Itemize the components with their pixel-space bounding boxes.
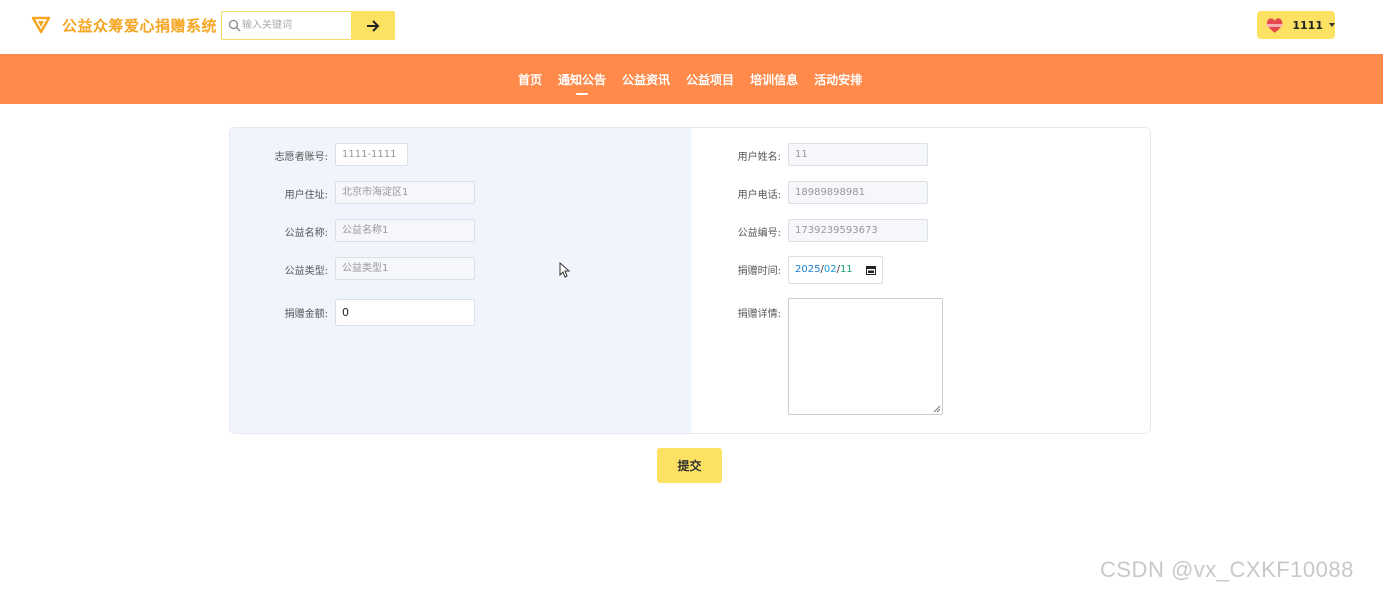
user-address-label: 用户住址:: [284, 190, 328, 201]
user-name: 1111: [1292, 18, 1323, 32]
user-phone-label: 用户电话:: [737, 190, 781, 201]
date-month: 02: [823, 264, 837, 275]
nav-item-home[interactable]: 首页: [518, 71, 542, 88]
app-title: 公益众筹爱心捐赠系统: [62, 17, 218, 35]
charity-type-label: 公益类型:: [284, 266, 328, 277]
form-right-column: 用户姓名: 11 用户电话: 18989898981 公益编号: 1739239…: [691, 128, 1150, 433]
volunteer-account-field[interactable]: 1111-1111: [335, 143, 408, 166]
chevron-down-icon: [1329, 23, 1335, 27]
donation-details-label: 捐赠详情:: [737, 309, 781, 320]
nav-item-news[interactable]: 公益资讯: [622, 71, 670, 88]
main-nav: 首页 通知公告 公益资讯 公益项目 培训信息 活动安排: [0, 54, 1383, 104]
volunteer-account-label: 志愿者账号:: [274, 152, 328, 163]
user-name-label: 用户姓名:: [737, 152, 781, 163]
nav-item-training[interactable]: 培训信息: [750, 71, 798, 88]
submit-button[interactable]: 提交: [657, 448, 722, 483]
charity-name-label: 公益名称:: [284, 228, 328, 239]
charity-code-field[interactable]: 1739239593673: [788, 219, 928, 242]
nav-list: 首页 通知公告 公益资讯 公益项目 培训信息 活动安排: [510, 54, 870, 104]
donation-amount-label: 捐赠金额:: [284, 309, 328, 320]
charity-type-field[interactable]: 公益类型1: [335, 257, 475, 280]
donation-time-picker[interactable]: 2025/02/11: [788, 256, 883, 284]
calendar-icon[interactable]: [866, 265, 876, 275]
charity-name-field[interactable]: 公益名称1: [335, 219, 475, 242]
donation-time-label: 捐赠时间:: [737, 266, 781, 277]
top-bar: 公益众筹爱心捐赠系统 1111: [0, 0, 1383, 54]
user-address-field[interactable]: 北京市海淀区1: [335, 181, 475, 204]
date-day: 11: [839, 264, 853, 275]
watermark: CSDN @vx_CXKF10088: [1100, 557, 1354, 582]
donation-amount-input[interactable]: 0: [335, 299, 475, 326]
nav-item-notices[interactable]: 通知公告: [558, 71, 606, 95]
logo-icon: [31, 16, 51, 34]
search-button[interactable]: [351, 11, 395, 40]
search-input[interactable]: [242, 14, 350, 37]
donation-form: 志愿者账号: 1111-1111 用户住址: 北京市海淀区1 公益名称: 公益名…: [229, 127, 1151, 434]
user-phone-field[interactable]: 18989898981: [788, 181, 928, 204]
user-menu[interactable]: 1111: [1257, 11, 1335, 39]
donation-details-textarea[interactable]: [788, 298, 943, 415]
user-name-field[interactable]: 11: [788, 143, 928, 166]
search-box[interactable]: [221, 11, 352, 40]
resize-grip-icon[interactable]: [933, 405, 941, 413]
mouse-cursor-icon: [559, 262, 571, 278]
charity-code-label: 公益编号:: [737, 228, 781, 239]
nav-item-activities[interactable]: 活动安排: [814, 71, 862, 88]
date-year: 2025: [795, 264, 821, 275]
search-icon: [228, 19, 241, 32]
arrow-right-icon: [367, 19, 380, 32]
nav-item-projects[interactable]: 公益项目: [686, 71, 734, 88]
avatar-icon: [1266, 18, 1283, 33]
form-left-column: 志愿者账号: 1111-1111 用户住址: 北京市海淀区1 公益名称: 公益名…: [230, 128, 691, 433]
